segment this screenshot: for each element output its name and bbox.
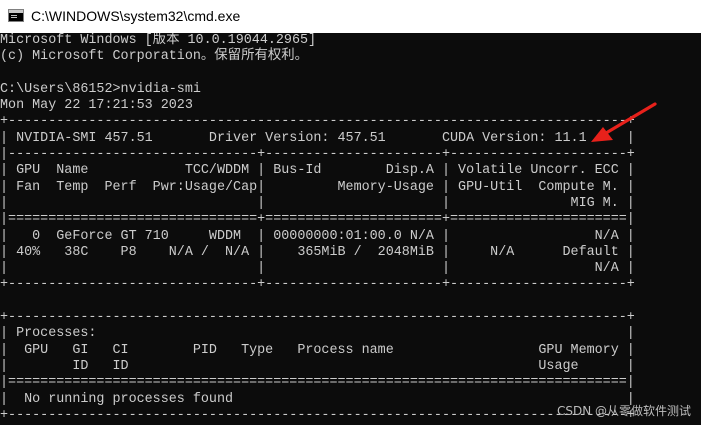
console-line: |===============================+=======… xyxy=(0,212,635,228)
console-line: |-------------------------------+-------… xyxy=(0,147,635,163)
console-line: (c) Microsoft Corporation。保留所有权利。 xyxy=(0,49,309,65)
console-line: Microsoft Windows [版本 10.0.19044.2965] xyxy=(0,33,317,48)
console-line: | 40% 38C P8 N/A / N/A | 365MiB / 2048Mi… xyxy=(0,244,635,260)
console-line: |=======================================… xyxy=(0,375,635,391)
window-title-bar[interactable]: C:\WINDOWS\system32\cmd.exe xyxy=(0,0,701,33)
console-line: | GPU GI CI PID Type Process name GPU Me… xyxy=(0,342,635,358)
console-line: | Processes: | xyxy=(0,326,635,342)
console-line: | | | MIG M. | xyxy=(0,195,635,211)
console-line: | | | N/A | xyxy=(0,261,635,277)
console-line: | 0 GeForce GT 710 WDDM | 00000000:01:00… xyxy=(0,228,635,244)
cmd-app-icon[interactable] xyxy=(8,9,24,22)
console-line: | ID ID Usage | xyxy=(0,358,635,374)
console-line: +-------------------------------+-------… xyxy=(0,277,635,293)
console-line: | Fan Temp Perf Pwr:Usage/Cap| Memory-Us… xyxy=(0,179,635,195)
console-line: C:\Users\86152>nvidia-smi xyxy=(0,81,201,97)
console-output[interactable]: Microsoft Windows [版本 10.0.19044.2965] (c… xyxy=(0,33,701,425)
watermark: CSDN @从零做软件测试 xyxy=(556,404,691,418)
red-arrow-annotation xyxy=(591,102,657,142)
console-line: | GPU Name TCC/WDDM | Bus-Id Disp.A | Vo… xyxy=(0,163,635,179)
window-title: C:\WINDOWS\system32\cmd.exe xyxy=(31,8,241,24)
console-line: +---------------------------------------… xyxy=(0,310,635,326)
